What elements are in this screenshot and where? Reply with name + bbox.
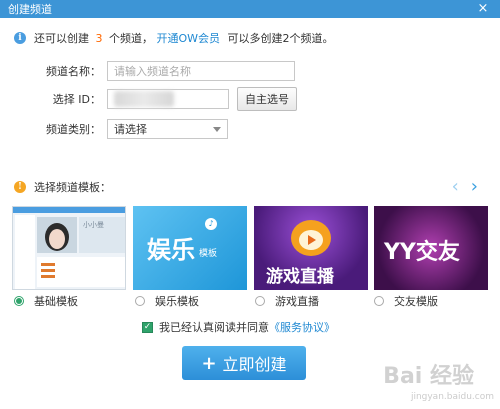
template-heading: 选择频道模板： bbox=[34, 181, 111, 194]
thumb-ent-sub: 模板 bbox=[199, 249, 218, 259]
label-basic: 基础模板 bbox=[34, 295, 78, 308]
thumb-dating[interactable]: YY交友 bbox=[374, 206, 488, 290]
quota-suffix: 可以多创建2个频道。 bbox=[227, 32, 334, 45]
quota-prefix: 还可以创建 bbox=[34, 32, 89, 45]
channel-id-field[interactable] bbox=[107, 89, 229, 109]
label-entertainment: 娱乐模板 bbox=[155, 295, 199, 308]
name-label: 频道名称： bbox=[46, 65, 101, 78]
baidu-watermark-url: jingyan.baidu.com bbox=[410, 392, 494, 402]
title-bar: 创建频道 × bbox=[0, 0, 500, 18]
chevron-down-icon bbox=[213, 126, 221, 132]
category-value: 请选择 bbox=[114, 123, 147, 136]
name-row: 频道名称： 请输入频道名称 bbox=[0, 61, 295, 81]
agreement-row: ✓ 我已经认真阅读并同意 《服务协议》 bbox=[142, 320, 335, 334]
thumb-game-live[interactable]: 游戏直播 bbox=[254, 206, 368, 290]
channel-name-input[interactable]: 请输入频道名称 bbox=[107, 61, 295, 81]
create-now-button[interactable]: + 立即创建 bbox=[182, 346, 306, 380]
template-option-entertainment[interactable]: 娱乐模板 bbox=[135, 294, 199, 308]
template-option-basic[interactable]: 基础模板 bbox=[14, 294, 78, 308]
thumb-ent-text: 娱乐 bbox=[147, 236, 195, 264]
template-option-dating[interactable]: 交友模版 bbox=[374, 294, 438, 308]
radio-entertainment[interactable] bbox=[135, 296, 145, 306]
create-button-label: 立即创建 bbox=[222, 355, 287, 374]
template-option-game[interactable]: 游戏直播 bbox=[255, 294, 319, 308]
template-heading-row: ! 选择频道模板： bbox=[14, 180, 111, 194]
id-label: 选择 ID： bbox=[52, 93, 101, 106]
id-row: 选择 ID： 自主选号 bbox=[0, 87, 297, 111]
template-thumbnails: 小小曼 娱乐 模板 ♪ 游戏直播 YY交友 bbox=[12, 206, 488, 290]
agree-text: 我已经认真阅读并同意 bbox=[159, 321, 269, 334]
radio-dating[interactable] bbox=[374, 296, 384, 306]
category-label: 频道类别： bbox=[46, 123, 101, 136]
quota-middle: 个频道， bbox=[109, 32, 153, 45]
thumb-basic-art bbox=[13, 207, 125, 289]
thumb-basic[interactable]: 小小曼 bbox=[12, 206, 126, 290]
thumb-game-text: 游戏直播 bbox=[266, 267, 334, 287]
window-title: 创建频道 bbox=[8, 3, 52, 16]
quota-info: i 还可以创建 3 个频道， 开通OW会员 可以多创建2个频道。 bbox=[14, 30, 334, 46]
info-icon: i bbox=[14, 32, 26, 44]
agree-checkbox[interactable]: ✓ bbox=[142, 321, 153, 333]
service-agreement-link[interactable]: 《服务协议》 bbox=[269, 319, 335, 335]
thumb-basic-text: 小小曼 bbox=[83, 221, 104, 229]
prev-arrow-icon[interactable]: ‹ bbox=[452, 178, 459, 196]
baidu-watermark: Bai 经验 bbox=[383, 364, 474, 389]
label-game: 游戏直播 bbox=[275, 295, 319, 308]
radio-basic[interactable] bbox=[14, 296, 24, 306]
id-redacted bbox=[114, 91, 174, 107]
warning-icon: ! bbox=[14, 181, 26, 193]
close-icon[interactable]: × bbox=[466, 0, 500, 18]
category-row: 频道类别： 请选择 bbox=[0, 119, 228, 139]
next-arrow-icon[interactable]: › bbox=[471, 178, 478, 196]
self-select-button[interactable]: 自主选号 bbox=[237, 87, 297, 111]
thumb-entertainment[interactable]: 娱乐 模板 ♪ bbox=[133, 206, 247, 290]
label-dating: 交友模版 bbox=[394, 295, 438, 308]
plus-icon: + bbox=[201, 352, 217, 374]
quota-count: 3 bbox=[95, 32, 103, 45]
music-note-icon: ♪ bbox=[205, 218, 217, 230]
radio-game[interactable] bbox=[255, 296, 265, 306]
thumb-dating-text: YY交友 bbox=[384, 240, 460, 265]
vip-link[interactable]: 开通OW会员 bbox=[157, 32, 221, 45]
template-nav: ‹ › bbox=[452, 178, 478, 196]
category-select[interactable]: 请选择 bbox=[107, 119, 228, 139]
